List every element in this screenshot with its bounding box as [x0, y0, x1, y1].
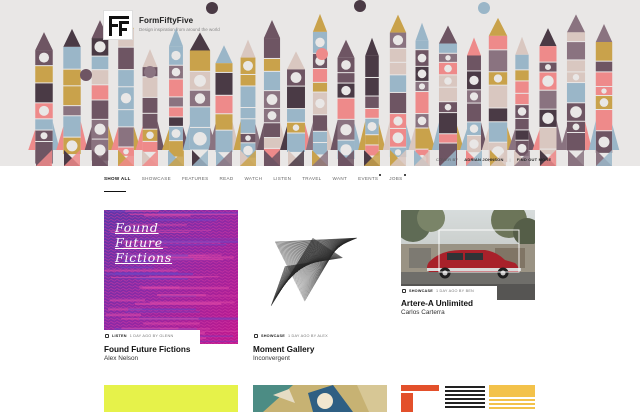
artwork-title-text: Found Future Fictions [115, 220, 172, 265]
striped-artwork [401, 385, 535, 412]
post-author: Alex Nelson [104, 355, 139, 362]
line-sculpture-artwork [270, 237, 358, 307]
post-title[interactable]: Found Future Fictions [104, 345, 190, 354]
cover-by-label: COVER BY [436, 156, 459, 162]
post-category[interactable]: LISTEN [112, 334, 127, 338]
headphones-icon [105, 334, 109, 338]
post-title[interactable]: Artere-A Unlimited [401, 299, 473, 308]
post-meta: LISTEN 1 DAY AGO BY GLENN [105, 334, 173, 338]
post-author: Inconvergent [253, 355, 290, 362]
cover-credit: COVER BY ADRIAN JOHNSON | FIND OUT MORE [436, 155, 551, 163]
post-card-thumbnail-geometric[interactable] [253, 385, 387, 412]
post-date-author: 1 DAY AGO BY BEN [435, 289, 474, 293]
nav-events[interactable]: EVENTS [358, 174, 382, 186]
post-card-thumbnail-stripes[interactable] [401, 385, 535, 412]
art-line-2: Future [115, 235, 163, 250]
post-thumbnail[interactable] [253, 210, 387, 344]
post-meta: SHOWCASE 1 DAY AGO BY ALEX [254, 334, 328, 338]
post-card-moment-gallery[interactable]: SHOWCASE 1 DAY AGO BY ALEX Moment Galler… [253, 210, 387, 370]
site-tagline: Design inspiration from around the world [139, 27, 220, 32]
post-category[interactable]: SHOWCASE [261, 334, 285, 338]
post-card-thumbnail-yellow[interactable] [104, 385, 238, 412]
nav-watch[interactable]: WATCH [244, 176, 262, 186]
nav-travel[interactable]: TRAVEL [302, 176, 321, 186]
category-nav: SHOW ALL SHOWCASE FEATURES READ WATCH LI… [104, 174, 414, 186]
site-name[interactable]: FormFiftyFive [139, 16, 193, 25]
find-out-more-link[interactable]: FIND OUT MORE [517, 157, 552, 162]
ff-logo-icon [109, 16, 129, 36]
post-card-found-future-fictions[interactable]: Found Future Fictions LISTEN 1 DAY AGO B… [104, 210, 238, 370]
nav-read[interactable]: READ [220, 176, 234, 186]
post-category[interactable]: SHOWCASE [409, 289, 433, 293]
post-thumbnail[interactable]: Found Future Fictions [104, 210, 238, 344]
art-line-1: Found [115, 220, 159, 235]
post-date-author: 1 DAY AGO BY GLENN [129, 334, 174, 338]
new-badge-dot [403, 174, 406, 176]
image-icon [254, 334, 258, 338]
post-card-artere-a-unlimited[interactable]: SHOWCASE 1 DAY AGO BY BEN Artere-A Unlim… [401, 210, 535, 320]
nav-show-all[interactable]: SHOW ALL [104, 176, 131, 186]
art-line-3: Fictions [115, 250, 173, 265]
post-author: Carlos Carterra [401, 309, 445, 316]
nav-want[interactable]: WANT [333, 176, 348, 186]
nav-events-label: EVENTS [358, 176, 379, 181]
new-badge-dot [379, 174, 382, 176]
hero-cover-illustration: FormFiftyFive Design inspiration from ar… [0, 0, 640, 166]
geometric-artwork [253, 385, 387, 412]
image-icon [402, 289, 406, 293]
post-title[interactable]: Moment Gallery [253, 345, 314, 354]
nav-jobs-label: JOBS [389, 176, 403, 181]
cover-artist-link[interactable]: ADRIAN JOHNSON [464, 157, 503, 162]
nav-listen[interactable]: LISTEN [273, 176, 291, 186]
nav-showcase[interactable]: SHOWCASE [142, 176, 171, 186]
post-thumbnail[interactable] [401, 210, 535, 300]
credit-divider: | [509, 156, 511, 162]
active-nav-indicator [104, 191, 126, 192]
rocket-pattern-artwork [28, 0, 620, 166]
post-meta: SHOWCASE 1 DAY AGO BY BEN [402, 289, 474, 293]
post-date-author: 1 DAY AGO BY ALEX [287, 334, 328, 338]
site-logo[interactable] [103, 10, 133, 40]
nav-jobs[interactable]: JOBS [389, 174, 406, 186]
nav-features[interactable]: FEATURES [182, 176, 209, 186]
